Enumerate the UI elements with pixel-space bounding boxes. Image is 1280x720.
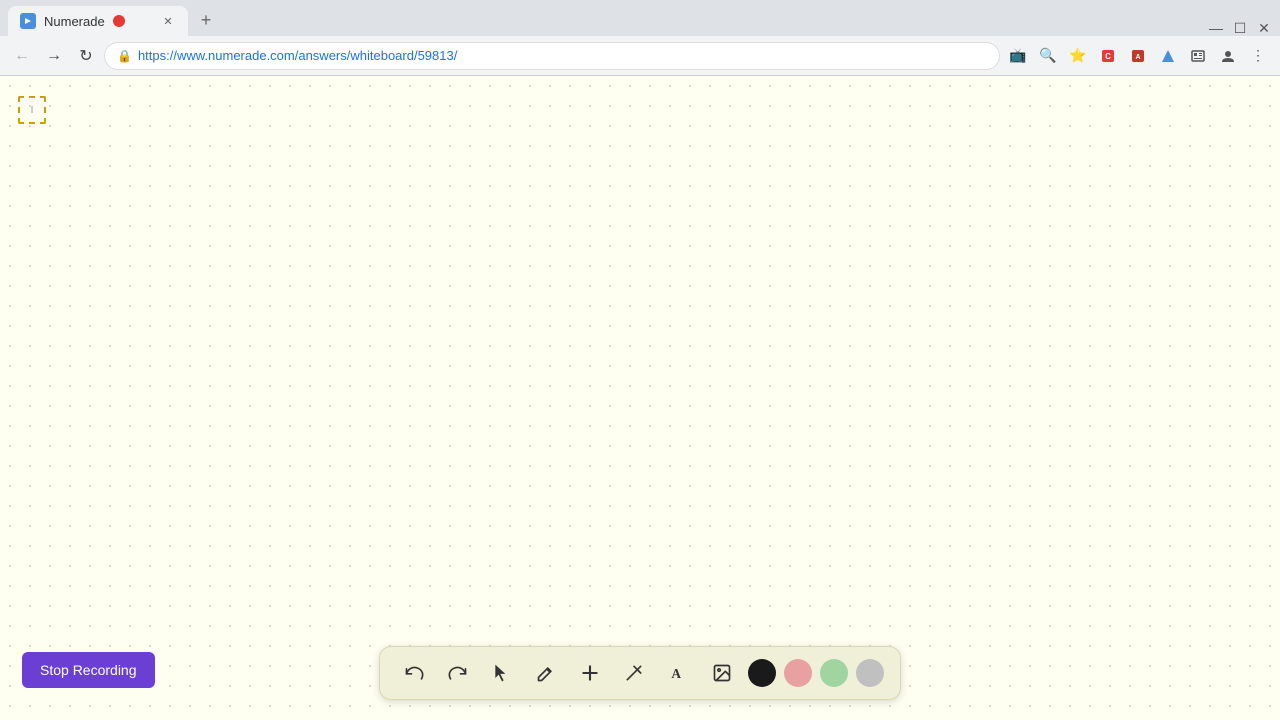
profile-icon[interactable] [1214,42,1242,70]
extension-icon-3[interactable] [1154,42,1182,70]
color-gray[interactable] [856,659,884,687]
browser-chrome: Numerade ✕ + — ☐ ✕ ← → ↻ 🔒 https://www.n… [0,0,1280,76]
maximize-button[interactable]: ☐ [1232,20,1248,36]
undo-tool[interactable] [396,655,432,691]
image-tool[interactable] [704,655,740,691]
address-input[interactable]: 🔒 https://www.numerade.com/answers/white… [104,42,1000,70]
tab-favicon [20,13,36,29]
color-pink[interactable] [784,659,812,687]
stop-recording-button[interactable]: Stop Recording [22,652,155,688]
window-controls: — ☐ ✕ [1208,20,1272,36]
url-text: https://www.numerade.com/answers/whitebo… [138,48,987,63]
redo-tool[interactable] [440,655,476,691]
extension-icon-2[interactable]: A [1124,42,1152,70]
svg-text:A: A [1135,54,1140,61]
address-bar-row: ← → ↻ 🔒 https://www.numerade.com/answers… [0,36,1280,76]
cursor-label: I [31,105,34,116]
bookmark-icon[interactable]: ⭐ [1064,42,1092,70]
extension-icon-1[interactable]: C [1094,42,1122,70]
text-tool[interactable]: A [660,655,696,691]
tab-close-button[interactable]: ✕ [160,13,176,29]
whiteboard[interactable]: I Stop Recording [0,76,1280,720]
eraser-tool[interactable] [616,655,652,691]
active-tab[interactable]: Numerade ✕ [8,6,188,36]
bottom-toolbar: A [379,646,901,700]
svg-text:A: A [671,666,681,681]
color-green[interactable] [820,659,848,687]
tab-title: Numerade [44,14,105,29]
color-black[interactable] [748,659,776,687]
pen-tool[interactable] [528,655,564,691]
lock-icon: 🔒 [117,49,132,63]
select-tool[interactable] [484,655,520,691]
forward-button[interactable]: → [40,42,68,70]
selection-indicator: I [18,96,46,124]
refresh-button[interactable]: ↻ [72,42,100,70]
tab-recording-indicator [113,15,125,27]
browser-toolbar-icons: 📺 🔍 ⭐ C A [1004,42,1272,70]
menu-icon[interactable]: ⋮ [1244,42,1272,70]
search-icon[interactable]: 🔍 [1034,42,1062,70]
minimize-button[interactable]: — [1208,20,1224,36]
cast-icon[interactable]: 📺 [1004,42,1032,70]
new-tab-button[interactable]: + [192,6,220,34]
extension-icon-4[interactable] [1184,42,1212,70]
back-button[interactable]: ← [8,42,36,70]
svg-text:C: C [1105,52,1111,61]
tab-bar: Numerade ✕ + — ☐ ✕ [0,0,1280,36]
add-tool[interactable] [572,655,608,691]
close-button[interactable]: ✕ [1256,20,1272,36]
